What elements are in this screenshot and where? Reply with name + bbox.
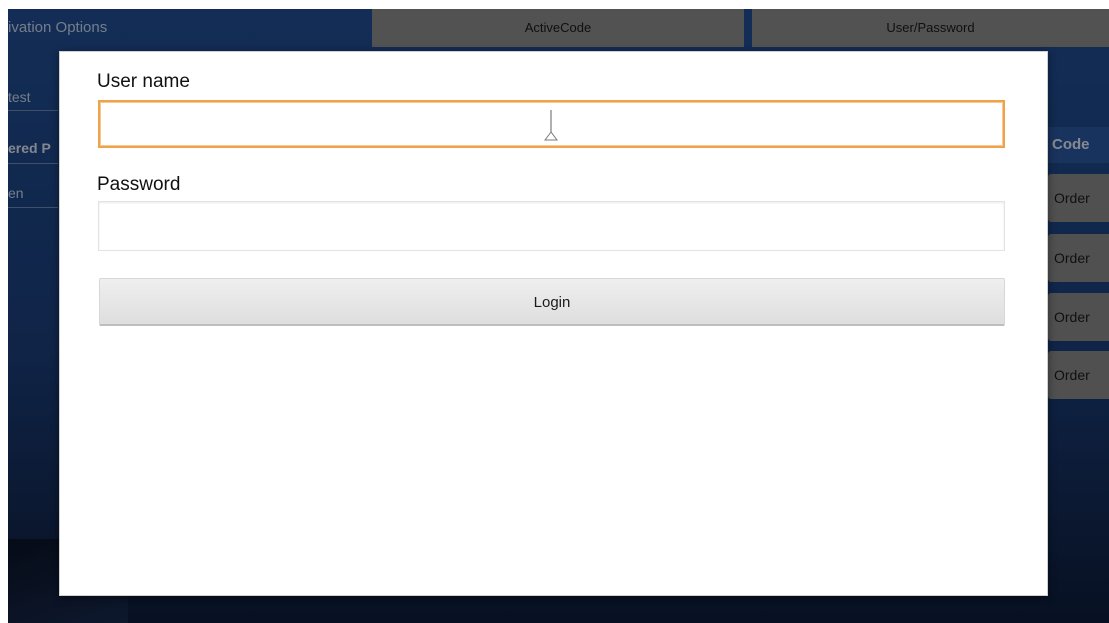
text-cursor-handle-icon [544,110,558,141]
login-dialog: User name Password Login [59,51,1048,596]
username-label: User name [97,71,190,92]
password-input[interactable] [99,202,1004,250]
login-button[interactable]: Login [99,278,1005,326]
username-field[interactable] [98,100,1005,148]
password-label: Password [97,174,181,195]
password-field[interactable] [98,201,1005,251]
